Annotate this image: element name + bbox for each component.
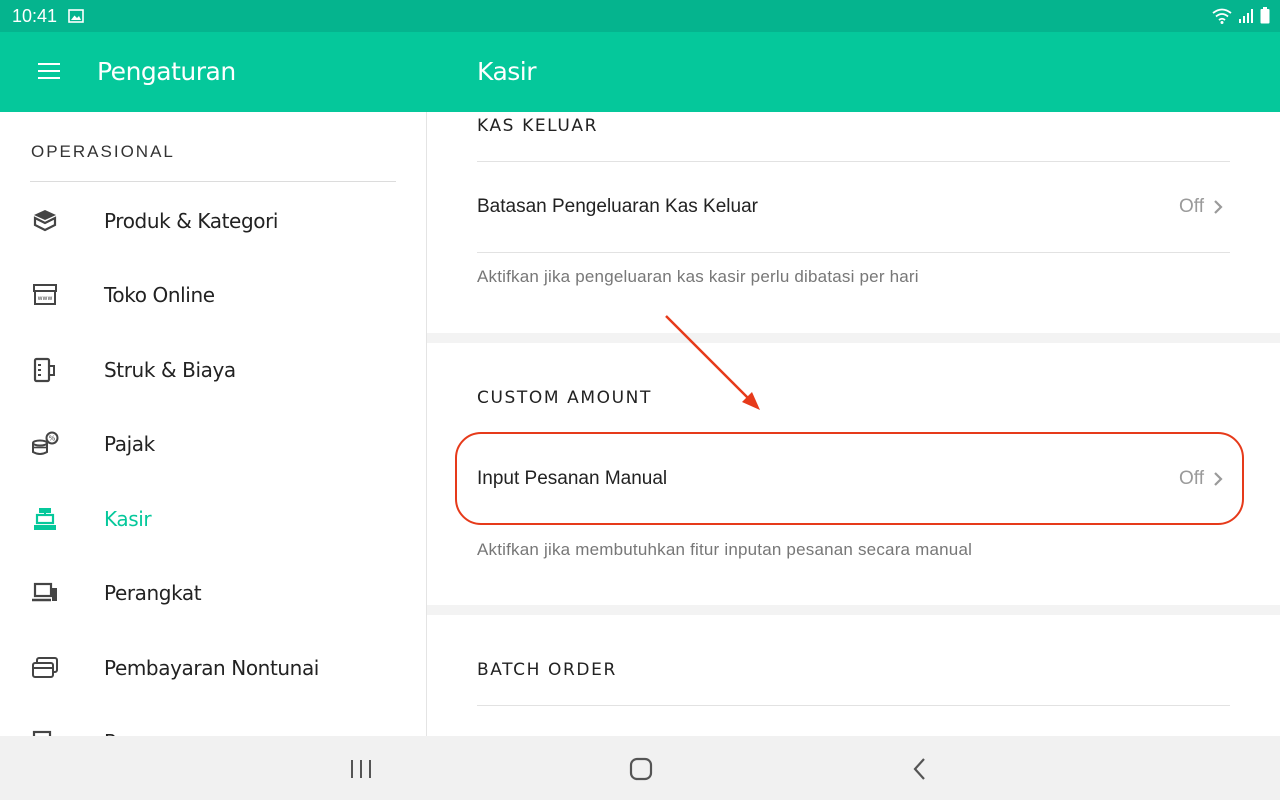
setting-label: Input Pesanan Manual <box>477 468 668 489</box>
sidebar-item-label: Pajak <box>104 432 155 456</box>
sidebar-item-pajak[interactable]: % Pajak <box>0 407 426 481</box>
sidebar-item-label: Toko Online <box>104 283 215 307</box>
helper-text: Aktifkan jika membutuhkan fitur inputan … <box>477 540 973 559</box>
system-nav-bar <box>0 736 1280 800</box>
sidebar-item-toko-online[interactable]: www Toko Online <box>0 258 426 332</box>
sidebar-item-produk-kategori[interactable]: Produk & Kategori <box>0 184 426 258</box>
tax-coins-icon: % <box>32 431 59 455</box>
signal-icon <box>1239 8 1253 23</box>
svg-text:%: % <box>49 435 56 443</box>
sidebar-item-label: Produk & Kategori <box>104 209 279 233</box>
setting-value: Off <box>1179 196 1204 217</box>
setting-value: Off <box>1179 468 1204 489</box>
box-icon <box>33 210 57 232</box>
setting-row-batasan-kas-keluar[interactable]: Batasan Pengeluaran Kas Keluar Off <box>477 162 1230 252</box>
sidebar-item-struk-biaya[interactable]: Struk & Biaya <box>0 333 426 407</box>
app-bar: Pengaturan Kasir <box>0 32 1280 112</box>
battery-icon <box>1260 7 1270 24</box>
app-title: Pengaturan <box>97 57 236 86</box>
image-notification-icon <box>68 9 84 23</box>
back-icon[interactable] <box>900 754 940 784</box>
section-header-custom-amount: CUSTOM AMOUNT <box>477 388 652 408</box>
wifi-icon <box>1212 8 1232 24</box>
device-icon <box>32 582 57 602</box>
sidebar-item-label: Pembayaran Nontunai <box>104 656 319 680</box>
sidebar-item-label: Struk & Biaya <box>104 358 236 382</box>
main-content: KAS KELUAR Batasan Pengeluaran Kas Kelua… <box>427 112 1280 736</box>
section-separator <box>427 605 1280 615</box>
menu-icon[interactable] <box>38 61 60 81</box>
divider <box>477 705 1230 706</box>
divider <box>477 252 1230 253</box>
card-icon <box>32 657 58 678</box>
chevron-right-icon <box>1214 200 1223 214</box>
status-time: 10:41 <box>12 6 58 26</box>
storefront-icon: www <box>33 284 57 305</box>
sidebar-item-perangkat[interactable]: Perangkat <box>0 556 426 630</box>
section-separator <box>427 333 1280 343</box>
sidebar-item-partial[interactable]: P <box>0 705 426 736</box>
section-header-batch-order: BATCH ORDER <box>477 660 617 680</box>
cashier-icon <box>34 508 56 530</box>
setting-label: Batasan Pengeluaran Kas Keluar <box>477 196 758 217</box>
detail-title: Kasir <box>477 57 537 86</box>
helper-text: Aktifkan jika pengeluaran kas kasir perl… <box>477 267 919 286</box>
section-header-kas-keluar: KAS KELUAR <box>477 116 599 136</box>
sidebar-item-label: Kasir <box>104 507 152 531</box>
recent-apps-icon[interactable] <box>341 754 381 784</box>
chevron-right-icon <box>1214 472 1223 486</box>
status-bar: 10:41 <box>0 0 1280 32</box>
more-icon <box>32 730 52 736</box>
sidebar: OPERASIONAL Produk & Kategori www Toko O… <box>0 112 427 736</box>
sidebar-section-title: OPERASIONAL <box>31 142 175 161</box>
receipt-icon <box>33 357 55 383</box>
setting-row-input-pesanan-manual[interactable]: Input Pesanan Manual Off <box>477 434 1230 524</box>
sidebar-item-pembayaran-nontunai[interactable]: Pembayaran Nontunai <box>0 631 426 705</box>
sidebar-item-kasir[interactable]: Kasir <box>0 482 426 556</box>
home-icon[interactable] <box>621 754 661 784</box>
sidebar-divider <box>30 181 396 182</box>
sidebar-item-label: Perangkat <box>104 581 202 605</box>
svg-text:www: www <box>38 295 53 302</box>
